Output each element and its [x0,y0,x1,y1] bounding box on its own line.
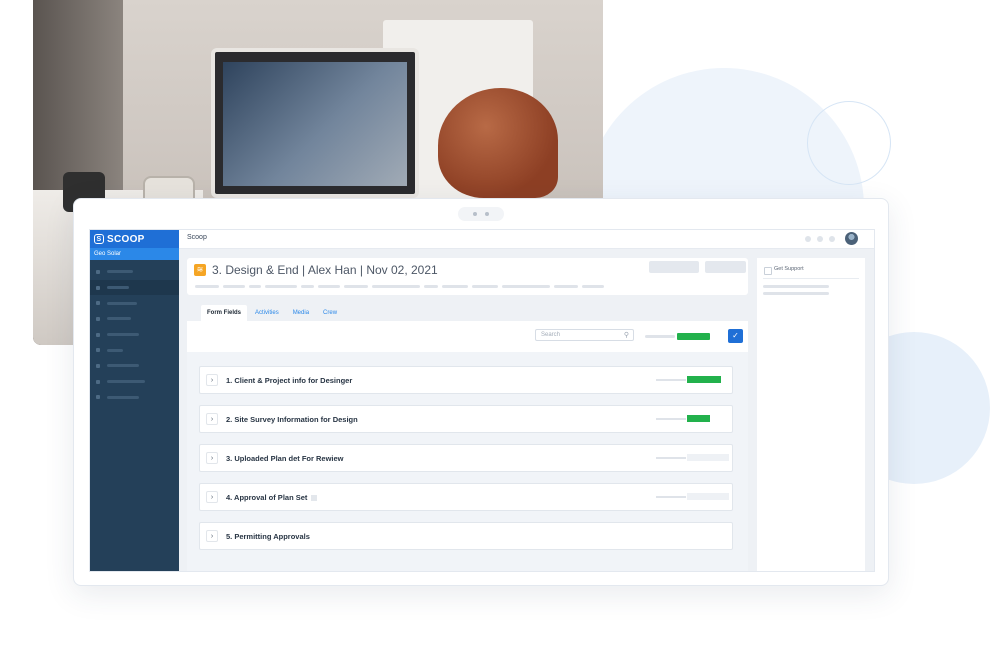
chevron-right-icon[interactable]: › [206,530,218,542]
sidebar-item[interactable] [90,374,179,390]
notification-dot[interactable] [817,236,823,242]
sidebar-item[interactable] [90,342,179,358]
chevron-right-icon[interactable]: › [206,374,218,386]
notification-dot[interactable] [829,236,835,242]
brand[interactable]: S SCOOP [90,230,179,248]
form-section[interactable]: › 3. Uploaded Plan det For Rewiew [199,444,733,472]
brand-name: SCOOP [107,233,145,245]
form-content: Search ⚲ ✓ › 1. Client & Project info for… [187,321,748,571]
note-icon [311,495,318,501]
progress-track [656,379,686,381]
header-action-button[interactable] [705,261,746,273]
tab-activities[interactable]: Activities [249,305,285,321]
tab-crew[interactable]: Crew [317,305,343,321]
record-header: ≋ 3. Design & End | Alex Han | Nov 02, 2… [187,258,748,295]
organization-name[interactable]: Geo Solar [90,248,179,260]
sidebar: S SCOOP Geo Solar [90,230,179,571]
support-checkbox[interactable] [764,267,772,275]
meta-chips [195,285,608,288]
form-section[interactable]: › 4. Approval of Plan Set [199,483,733,511]
form-section[interactable]: › 1. Client & Project info for Desinger [199,366,733,394]
progress-bar-empty [687,454,729,461]
progress-bar-empty [687,493,729,500]
topbar: Scoop [179,230,874,249]
progress-track [656,418,686,420]
chevron-right-icon[interactable]: › [206,452,218,464]
progress-track [656,457,686,459]
sidebar-item[interactable] [90,327,179,343]
header-action-button[interactable] [649,261,699,273]
support-label[interactable]: Get Support [774,266,804,272]
page-title: 3. Design & End | Alex Han | Nov 02, 202… [212,263,438,277]
chevron-right-icon[interactable]: › [206,413,218,425]
overall-progress-track [645,335,675,338]
app-frame: S SCOOP Geo Solar Scoop ≋ 3. Design & En… [89,229,875,572]
tab-form-fields[interactable]: Form Fields [201,305,248,321]
form-section[interactable]: › 5. Permitting Approvals [199,522,733,550]
app-window: S SCOOP Geo Solar Scoop ≋ 3. Design & En… [73,198,889,586]
progress-track [656,496,686,498]
shield-logo-icon: S [94,234,104,244]
section-title: 5. Permitting Approvals [226,532,310,541]
sidebar-item[interactable] [90,264,179,280]
progress-bar [687,415,710,422]
section-title: 2. Site Survey Information for Design [226,415,358,424]
search-input[interactable]: Search ⚲ [535,329,634,341]
search-placeholder: Search [541,332,561,338]
tab-bar: Form Fields Activities Media Crew [201,305,345,321]
section-title: 3. Uploaded Plan det For Rewiew [226,454,344,463]
search-icon[interactable]: ⚲ [624,331,629,339]
support-panel: Get Support [757,258,865,571]
notification-dot[interactable] [805,236,811,242]
progress-bar [687,376,721,383]
sidebar-item[interactable] [90,279,179,296]
breadcrumb[interactable]: Scoop [187,234,207,241]
sidebar-item[interactable] [90,358,179,374]
tab-media[interactable]: Media [287,305,315,321]
layers-icon: ≋ [194,264,206,276]
overall-progress-bar [677,333,710,340]
avatar[interactable] [845,232,858,245]
window-dots [458,207,504,221]
form-section[interactable]: › 2. Site Survey Information for Design [199,405,733,433]
chevron-right-icon[interactable]: › [206,491,218,503]
decor-ring [807,101,891,185]
section-title: 1. Client & Project info for Desinger [226,376,353,385]
sidebar-item[interactable] [90,311,179,327]
section-title: 4. Approval of Plan Set [226,493,318,502]
check-icon[interactable]: ✓ [728,329,743,343]
sidebar-item[interactable] [90,295,179,311]
sidebar-item[interactable] [90,390,179,406]
